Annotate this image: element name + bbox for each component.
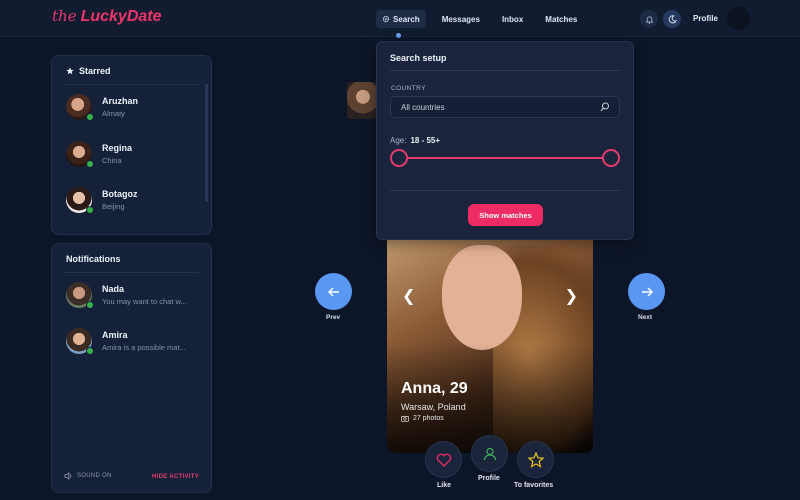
like-button[interactable] xyxy=(425,441,462,478)
online-indicator xyxy=(86,347,94,355)
photo-face xyxy=(442,245,522,350)
user-avatar[interactable] xyxy=(727,7,750,30)
country-value: All countries xyxy=(401,102,445,112)
prev-button[interactable] xyxy=(315,273,352,310)
bell-icon xyxy=(644,15,654,24)
next-button[interactable] xyxy=(628,273,665,310)
person-name: Aruzhan xyxy=(102,96,138,106)
like-label: Like xyxy=(437,482,452,489)
divider xyxy=(390,190,620,191)
online-indicator xyxy=(86,301,94,309)
sound-label: SOUND ON xyxy=(77,473,112,479)
avatar xyxy=(66,328,94,355)
theme-toggle[interactable] xyxy=(663,10,681,28)
profile-card[interactable]: ❮ ❯ Anna, 29 Warsaw, Poland 27 photos xyxy=(387,225,593,453)
user-icon xyxy=(483,447,496,460)
arrow-left-icon xyxy=(327,287,339,296)
person-location: China xyxy=(102,156,122,165)
hide-activity-button[interactable]: HIDE ACTIVITY xyxy=(152,474,199,480)
previous-profile-thumbnail[interactable] xyxy=(347,82,376,119)
avatar xyxy=(66,94,94,121)
person-location: Almaty xyxy=(102,109,125,118)
online-indicator xyxy=(86,206,94,214)
notification-item[interactable]: Amira Amira is a possible mat... xyxy=(66,328,186,355)
nav-matches[interactable]: Matches xyxy=(539,10,583,28)
favorite-button[interactable] xyxy=(517,441,554,478)
moon-icon xyxy=(668,14,677,23)
notification-item[interactable]: Nada You may want to chat w... xyxy=(66,282,187,309)
starred-title: Starred xyxy=(66,66,111,76)
profile-button[interactable] xyxy=(471,435,508,472)
divider xyxy=(390,70,620,71)
person-name: Regina xyxy=(102,143,133,153)
notifications-title: Notifications xyxy=(66,254,121,264)
notifications-panel: Notifications Nada You may want to chat … xyxy=(51,243,212,493)
notification-name: Nada xyxy=(102,284,125,294)
search-setup-title: Search setup xyxy=(390,53,447,63)
starred-panel: Starred Aruzhan Almaty Regina China Bota… xyxy=(51,55,212,235)
divider xyxy=(64,272,199,273)
notification-message: Amira is a possible mat... xyxy=(102,343,186,352)
star-icon xyxy=(66,67,74,75)
online-indicator xyxy=(86,113,94,121)
next-label: Next xyxy=(638,314,653,321)
starred-item[interactable]: Regina China xyxy=(66,141,133,168)
person-name: Botagoz xyxy=(102,189,138,199)
gear-icon xyxy=(382,15,390,23)
avatar xyxy=(66,141,94,168)
nav-messages-label: Messages xyxy=(441,14,480,24)
search-setup-dropdown: Search setup COUNTRY All countries Age: 1… xyxy=(376,41,634,240)
age-max-handle[interactable] xyxy=(602,149,620,167)
notification-message: You may want to chat w... xyxy=(102,297,187,306)
heart-icon xyxy=(436,453,451,467)
card-photo-count: 27 photos xyxy=(401,415,444,422)
nav-messages[interactable]: Messages xyxy=(436,10,486,28)
country-label: COUNTRY xyxy=(391,85,426,92)
profile-label: Profile xyxy=(478,475,500,482)
camera-icon xyxy=(401,416,409,422)
prev-label: Prev xyxy=(326,314,341,321)
card-name: Anna, 29 xyxy=(401,380,468,397)
logo[interactable]: the LuckyDate xyxy=(52,7,162,31)
person-location: Beijing xyxy=(102,202,125,211)
nav-search-label: Search xyxy=(393,14,420,24)
main-nav: Search Messages Inbox Matches xyxy=(376,10,589,28)
active-nav-indicator xyxy=(396,33,401,38)
avatar xyxy=(66,187,94,214)
star-icon xyxy=(527,451,544,468)
show-matches-button[interactable]: Show matches xyxy=(468,204,543,226)
starred-title-label: Starred xyxy=(79,66,111,76)
nav-search[interactable]: Search xyxy=(376,10,426,28)
avatar xyxy=(66,282,94,309)
speaker-icon xyxy=(64,472,72,480)
age-row: Age: 18 - 55+ xyxy=(390,136,440,145)
notifications-button[interactable] xyxy=(640,10,658,28)
arrow-right-icon xyxy=(641,287,653,296)
scrollbar[interactable] xyxy=(205,84,208,202)
card-location: Warsaw, Poland xyxy=(401,402,466,412)
nav-inbox-label: Inbox xyxy=(501,14,524,24)
profile-link[interactable]: Profile xyxy=(693,14,718,23)
starred-item[interactable]: Botagoz Beijing xyxy=(66,187,138,214)
country-input[interactable]: All countries xyxy=(390,96,620,118)
age-value: 18 - 55+ xyxy=(410,136,441,145)
age-min-handle[interactable] xyxy=(390,149,408,167)
online-indicator xyxy=(86,160,94,168)
notification-name: Amira xyxy=(102,330,128,340)
age-label: Age: xyxy=(390,136,407,145)
logo-name: LuckyDate xyxy=(80,8,162,25)
favorites-label: To favorites xyxy=(514,482,554,489)
starred-item[interactable]: Aruzhan Almaty xyxy=(66,94,138,121)
age-slider-track[interactable] xyxy=(399,157,611,159)
top-bar: the LuckyDate Search Messages Inbox Matc… xyxy=(0,0,800,37)
nav-inbox[interactable]: Inbox xyxy=(496,10,529,28)
logo-prefix: the xyxy=(52,7,77,25)
search-icon xyxy=(600,102,609,112)
nav-matches-label: Matches xyxy=(545,14,578,24)
photo-next-chevron-icon[interactable]: ❯ xyxy=(565,286,578,306)
photo-prev-chevron-icon[interactable]: ❮ xyxy=(402,286,415,306)
photo-count-label: 27 photos xyxy=(413,415,444,422)
sound-toggle[interactable]: SOUND ON xyxy=(64,472,112,480)
divider xyxy=(64,84,199,85)
